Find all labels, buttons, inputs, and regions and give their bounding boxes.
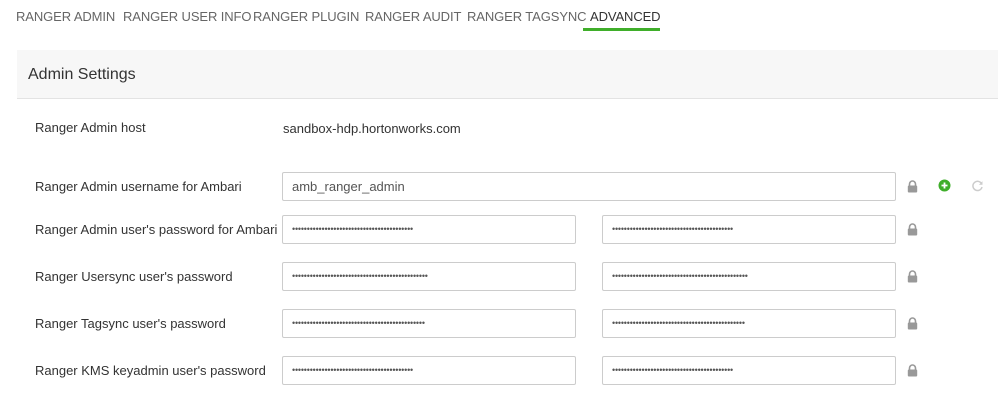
tagsync-password-label: Ranger Tagsync user's password (35, 316, 226, 331)
tab-bar: RANGER ADMIN RANGER USER INFO RANGER PLU… (0, 0, 998, 32)
active-tab-indicator (583, 28, 660, 31)
lock-icon[interactable] (907, 317, 921, 331)
ambari-password-input[interactable]: ••••••••••••••••••••••••••••••••••••••••… (282, 215, 576, 244)
usersync-password-confirm-input[interactable]: ••••••••••••••••••••••••••••••••••••••••… (602, 262, 896, 291)
lock-icon[interactable] (907, 180, 921, 194)
tab-ranger-admin[interactable]: RANGER ADMIN (16, 9, 115, 24)
lock-icon[interactable] (907, 223, 921, 237)
kms-keyadmin-password-input[interactable]: ••••••••••••••••••••••••••••••••••••••••… (282, 356, 576, 385)
host-label: Ranger Admin host (35, 120, 146, 135)
tagsync-password-confirm-input[interactable]: ••••••••••••••••••••••••••••••••••••••••… (602, 309, 896, 338)
kms-keyadmin-password-label: Ranger KMS keyadmin user's password (35, 363, 266, 378)
refresh-icon[interactable] (971, 179, 985, 193)
kms-keyadmin-password-confirm-input[interactable]: ••••••••••••••••••••••••••••••••••••••••… (602, 356, 896, 385)
tab-ranger-audit[interactable]: RANGER AUDIT (365, 9, 461, 24)
section-title: Admin Settings (28, 66, 136, 83)
section-header: Admin Settings (17, 50, 998, 99)
plus-circle-icon[interactable] (938, 179, 952, 193)
ambari-password-confirm-input[interactable]: ••••••••••••••••••••••••••••••••••••••••… (602, 215, 896, 244)
usersync-password-label: Ranger Usersync user's password (35, 269, 233, 284)
lock-icon[interactable] (907, 364, 921, 378)
tagsync-password-input[interactable]: ••••••••••••••••••••••••••••••••••••••••… (282, 309, 576, 338)
tab-ranger-plugin[interactable]: RANGER PLUGIN (253, 9, 359, 24)
tab-advanced[interactable]: ADVANCED (590, 9, 661, 24)
usersync-password-input[interactable]: ••••••••••••••••••••••••••••••••••••••••… (282, 262, 576, 291)
ambari-username-label: Ranger Admin username for Ambari (35, 179, 242, 194)
lock-icon[interactable] (907, 270, 921, 284)
host-value: sandbox-hdp.hortonworks.com (283, 121, 461, 136)
ambari-username-input[interactable]: amb_ranger_admin (282, 172, 896, 201)
tab-ranger-user-info[interactable]: RANGER USER INFO (123, 9, 252, 24)
tab-ranger-tagsync[interactable]: RANGER TAGSYNC (467, 9, 587, 24)
ambari-password-label: Ranger Admin user's password for Ambari (35, 222, 278, 237)
